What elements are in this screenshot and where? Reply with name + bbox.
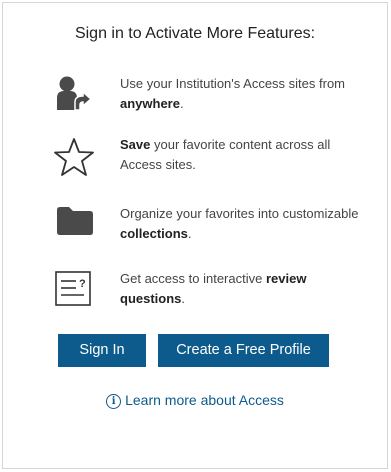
feature-review-questions: ? Get access to interactive review quest… [53,269,353,321]
folder-icon [53,204,101,252]
feature-review-questions-text: Get access to interactive review questio… [120,271,307,306]
info-icon: i [106,394,122,409]
feature-remote-access-text: Use your Institution's Access sites from… [120,76,346,111]
feature-remote-access: Use your Institution's Access sites from… [53,74,353,126]
create-free-profile-button[interactable]: Create a Free Profile [158,334,329,367]
learn-more-label: Learn more about Access [125,392,284,408]
sign-in-button[interactable]: Sign In [58,334,146,367]
panel-heading: Sign in to Activate More Features: [74,25,316,42]
feature-save: Save your favorite content across all Ac… [53,135,353,187]
feature-collections: Organize your favorites into customizabl… [53,204,358,256]
feature-save-text: Save your favorite content across all Ac… [120,137,331,172]
sign-in-features-panel: Sign in to Activate More Features: Use y… [2,2,388,469]
remote-access-user-icon [53,74,101,122]
star-icon [53,135,101,183]
learn-more-link[interactable]: i Learn more about Access [3,392,387,409]
review-questions-icon: ? [53,269,101,317]
svg-text:?: ? [79,278,86,290]
feature-collections-text: Organize your favorites into customizabl… [120,206,359,241]
